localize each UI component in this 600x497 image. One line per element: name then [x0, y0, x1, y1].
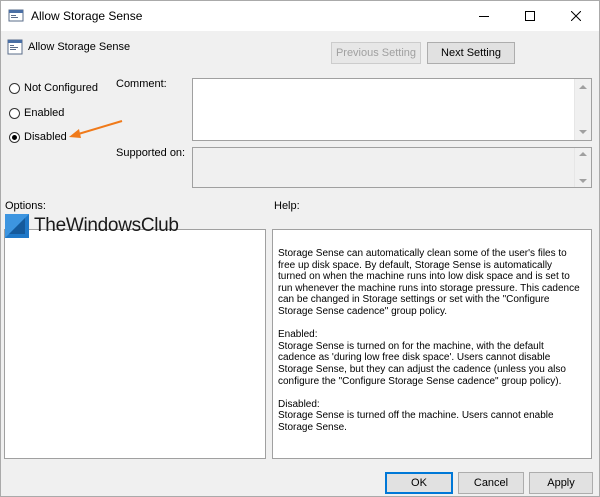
- cancel-button[interactable]: Cancel: [458, 472, 524, 494]
- radio-label: Enabled: [24, 107, 65, 119]
- scroll-down-icon[interactable]: [579, 130, 587, 134]
- policy-setting-icon: [7, 39, 23, 55]
- apply-button[interactable]: Apply: [529, 472, 593, 494]
- options-label: Options:: [5, 200, 46, 212]
- radio-circle[interactable]: [9, 82, 20, 94]
- scroll-down-icon[interactable]: [579, 179, 587, 183]
- radio-circle[interactable]: [9, 107, 20, 119]
- minimize-button[interactable]: [461, 1, 507, 31]
- comment-label: Comment:: [116, 78, 167, 90]
- close-button[interactable]: [553, 1, 599, 31]
- radio-label: Disabled: [24, 131, 67, 143]
- help-text: Storage Sense can automatically clean so…: [278, 248, 580, 433]
- group-policy-icon: [8, 9, 24, 22]
- title-bar[interactable]: Allow Storage Sense: [1, 1, 599, 31]
- radio-not-configured[interactable]: Not Configured: [9, 80, 98, 96]
- radio-disabled[interactable]: Disabled: [9, 129, 67, 145]
- comment-scrollbar[interactable]: [574, 79, 591, 140]
- help-label: Help:: [274, 200, 300, 212]
- maximize-button[interactable]: [507, 1, 553, 31]
- close-icon: [571, 11, 581, 21]
- help-pane[interactable]: Storage Sense can automatically clean so…: [272, 229, 592, 459]
- scroll-up-icon[interactable]: [579, 152, 587, 156]
- watermark-text: TheWindowsClub: [34, 215, 179, 236]
- windows-club-logo-icon: [5, 214, 29, 238]
- watermark: TheWindowsClub: [5, 214, 179, 238]
- supported-on-field: [192, 147, 592, 188]
- ok-button[interactable]: OK: [385, 472, 453, 494]
- supported-on-label: Supported on:: [116, 147, 186, 159]
- previous-setting-button[interactable]: Previous Setting: [331, 42, 421, 64]
- policy-name: Allow Storage Sense: [28, 41, 131, 53]
- scroll-up-icon[interactable]: [579, 85, 587, 89]
- annotation-arrow-icon: [69, 120, 123, 138]
- window-title: Allow Storage Sense: [31, 9, 143, 23]
- radio-label: Not Configured: [24, 82, 98, 94]
- supported-scrollbar[interactable]: [574, 148, 591, 187]
- maximize-icon: [525, 11, 535, 21]
- minimize-icon: [479, 16, 489, 17]
- radio-enabled[interactable]: Enabled: [9, 105, 64, 121]
- next-setting-button[interactable]: Next Setting: [427, 42, 515, 64]
- radio-circle-selected[interactable]: [9, 131, 20, 143]
- comment-textarea[interactable]: [192, 78, 592, 141]
- policy-dialog-window: Allow Storage Sense Allow Storage Sense …: [0, 0, 600, 497]
- options-pane: [4, 229, 266, 459]
